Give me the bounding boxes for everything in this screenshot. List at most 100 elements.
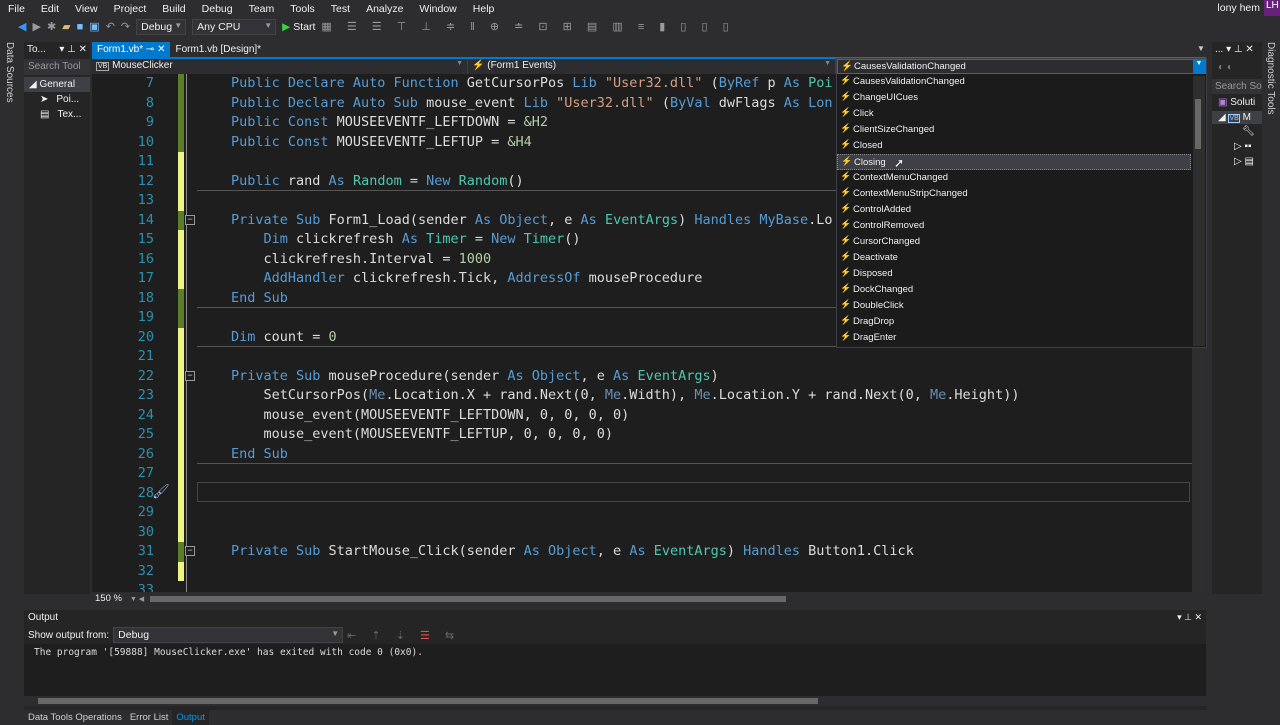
form-node[interactable]: ▷ ▤ xyxy=(1212,154,1262,169)
horizontal-scrollbar[interactable] xyxy=(150,596,786,602)
dropdown-scroll-thumb[interactable] xyxy=(1195,99,1201,149)
code-line[interactable]: 27 xyxy=(92,464,1192,484)
event-list-item[interactable]: ⚡ DoubleClick xyxy=(837,298,1206,314)
tab-form1-design[interactable]: Form1.vb [Design]* xyxy=(170,42,266,58)
collapse-icon[interactable]: − xyxy=(185,546,195,556)
solution-search-input[interactable]: Search Solu xyxy=(1212,79,1262,94)
event-list-item[interactable]: ⚡ Closing xyxy=(837,154,1191,170)
solution-node[interactable]: ▣ Soluti xyxy=(1212,94,1262,111)
toolbox-group-general[interactable]: ◢ General xyxy=(24,77,90,92)
tab-form1-vb[interactable]: Form1.vb* ⊸ ✕ xyxy=(92,42,171,58)
undo-icon[interactable]: ↶ xyxy=(106,20,115,33)
event-list-item[interactable]: ⚡ CursorChanged xyxy=(837,234,1206,250)
event-list-item[interactable]: ⚡ Deactivate xyxy=(837,250,1206,266)
event-list-item[interactable]: ⚡ DragEnter xyxy=(837,330,1206,346)
code-line[interactable]: 22 Private Sub mouseProcedure(sender As O… xyxy=(92,366,1192,386)
menu-window[interactable]: Window xyxy=(411,3,464,15)
code-line[interactable]: 29 xyxy=(92,503,1192,523)
project-node[interactable]: ◢ VB M xyxy=(1212,111,1262,124)
chevron-down-icon[interactable]: ▼ xyxy=(1193,60,1205,74)
diagnostic-tools-tab[interactable]: Diagnostic Tools xyxy=(1265,42,1276,115)
menu-team[interactable]: Team xyxy=(241,3,283,15)
collapse-icon[interactable]: − xyxy=(185,370,195,381)
event-list-item[interactable]: ⚡ ControlAdded xyxy=(837,202,1206,218)
code-line[interactable]: 24 mouse_event(MOUSEEVENTF_LEFTDOWN, 0, … xyxy=(92,405,1192,425)
forward-icon[interactable]: ▶ xyxy=(32,20,40,33)
open-folder-icon[interactable]: ▰ xyxy=(62,20,70,33)
panel-controls[interactable]: ▾ ⊥ ✕ xyxy=(1177,612,1202,624)
object-select[interactable]: ⚡ (Form1 Events) ▼ xyxy=(468,59,836,74)
redo-icon[interactable]: ↷ xyxy=(121,20,130,33)
format-tools-icons[interactable]: ▦ ☰ ☰ ⊤ ⊥ ≑ ‖ ⊕ ≐ ⊡ ⊞ ▤ ▥ ≡ ▮ ▯ ▯ ▯ xyxy=(321,20,734,33)
menu-debug[interactable]: Debug xyxy=(194,3,241,15)
properties-icon[interactable]: 🔧︎ xyxy=(1212,124,1262,139)
data-sources-tab[interactable]: Data Sources xyxy=(4,42,15,103)
code-text: End Sub xyxy=(231,445,288,465)
clear-all-icon[interactable]: ☰ xyxy=(420,630,436,642)
event-list-item[interactable]: ⚡ Click xyxy=(837,106,1206,122)
bottom-tab[interactable]: Error List xyxy=(126,710,173,725)
nav-back-forward-icons[interactable]: ◐ ◐ xyxy=(1212,58,1262,77)
start-button[interactable]: ▶ Start xyxy=(282,21,315,33)
event-list-item[interactable]: ⚡ ChangeUICues xyxy=(837,90,1206,106)
platform-select[interactable]: Any CPU ▼ xyxy=(192,18,277,35)
save-all-icon[interactable]: ▣ xyxy=(89,20,99,33)
menu-tools[interactable]: Tools xyxy=(282,3,323,15)
collapse-icon[interactable]: − xyxy=(185,214,195,225)
quick-action-screwdriver-icon[interactable]: 🖌︎ xyxy=(152,483,170,500)
event-list-item[interactable]: ⚡ Closed xyxy=(837,138,1206,154)
user-name[interactable]: lony hem xyxy=(1217,2,1260,14)
toolbox-item-text[interactable]: ▤ Tex... xyxy=(24,107,90,122)
bottom-tab[interactable]: Data Tools Operations xyxy=(24,710,126,725)
output-source-select[interactable]: Debug ▼ xyxy=(113,627,344,643)
code-line[interactable]: 26 End Sub xyxy=(92,444,1192,465)
panel-controls[interactable]: ... ▾ ⊥ ✕ xyxy=(1212,42,1262,58)
toolbox-item-pointer[interactable]: ➤ Poi... xyxy=(24,92,90,107)
event-list-item[interactable]: ⚡ DockChanged xyxy=(837,282,1206,298)
menu-edit[interactable]: Edit xyxy=(33,3,67,15)
project-select[interactable]: VB MouseClicker ▼ xyxy=(92,59,468,74)
close-icon[interactable]: ✕ xyxy=(157,44,165,55)
new-project-icon[interactable]: ✱ xyxy=(47,20,56,33)
code-line[interactable]: 33 xyxy=(92,581,1192,592)
bottom-tab[interactable]: Output xyxy=(172,710,209,725)
menu-test[interactable]: Test xyxy=(323,3,358,15)
pin-close-icons[interactable]: ▾ ⊥ ✕ xyxy=(59,44,87,56)
toolbox-search-input[interactable]: Search Tool xyxy=(24,59,90,75)
menu-view[interactable]: View xyxy=(67,3,106,15)
code-line[interactable]: 23 SetCursorPos(Me.Location.X + rand.Nex… xyxy=(92,386,1192,406)
event-list-item[interactable]: ⚡ DragDrop xyxy=(837,314,1206,330)
event-select[interactable]: ⚡ CausesValidationChanged ▼ xyxy=(837,59,1206,74)
event-list-item[interactable]: ⚡ ControlRemoved xyxy=(837,218,1206,234)
configuration-select[interactable]: Debug ▼ xyxy=(136,18,187,35)
code-text: Public rand As Random = New Random() xyxy=(231,172,524,192)
pin-icon[interactable]: ⊸ xyxy=(146,44,154,55)
menu-help[interactable]: Help xyxy=(465,3,503,15)
code-line[interactable]: 25 mouse_event(MOUSEEVENTF_LEFTUP, 0, 0,… xyxy=(92,425,1192,445)
event-list-item[interactable]: ⚡ CausesValidationChanged xyxy=(837,74,1206,90)
code-line[interactable]: 31 Private Sub StartMouse_Click(sender As… xyxy=(92,542,1192,562)
save-icon[interactable]: ■ xyxy=(77,21,84,33)
output-toolbar-icons[interactable]: ⇤ ⇡ ⇣ ☰ ⇆ xyxy=(347,629,460,642)
code-line[interactable]: 30 xyxy=(92,522,1192,542)
back-icon[interactable]: ◀ xyxy=(18,20,26,33)
event-dropdown[interactable]: ⚡ CausesValidationChanged ▼ ⚡ CausesValidat… xyxy=(836,58,1207,348)
menu-analyze[interactable]: Analyze xyxy=(358,3,411,15)
play-icon: ▶ xyxy=(282,20,291,33)
zoom-level[interactable]: 150 % xyxy=(92,593,122,604)
avatar[interactable]: LH xyxy=(1264,0,1280,16)
menu-project[interactable]: Project xyxy=(106,3,155,15)
output-horizontal-scrollbar[interactable] xyxy=(24,696,1206,706)
event-list-item[interactable]: ⚡ ClientSizeChanged xyxy=(837,122,1206,138)
zoom-dropdown-icon[interactable]: ▼ ◀ xyxy=(130,595,144,603)
code-text: clickrefresh.Interval = 1000 xyxy=(231,250,492,270)
references-node[interactable]: ▷ ▪▪ xyxy=(1212,139,1262,154)
code-line[interactable]: 32 xyxy=(92,561,1192,581)
menu-build[interactable]: Build xyxy=(154,3,193,15)
tab-overflow-icon[interactable]: ▼ xyxy=(1197,44,1205,53)
menu-file[interactable]: File xyxy=(0,3,33,15)
event-list-item[interactable]: ⚡ Disposed xyxy=(837,266,1206,282)
event-list-item[interactable]: ⚡ ContextMenuStripChanged xyxy=(837,186,1206,202)
event-list-item[interactable]: ⚡ ContextMenuChanged xyxy=(837,170,1206,186)
code-line[interactable]: 21 xyxy=(92,347,1192,367)
